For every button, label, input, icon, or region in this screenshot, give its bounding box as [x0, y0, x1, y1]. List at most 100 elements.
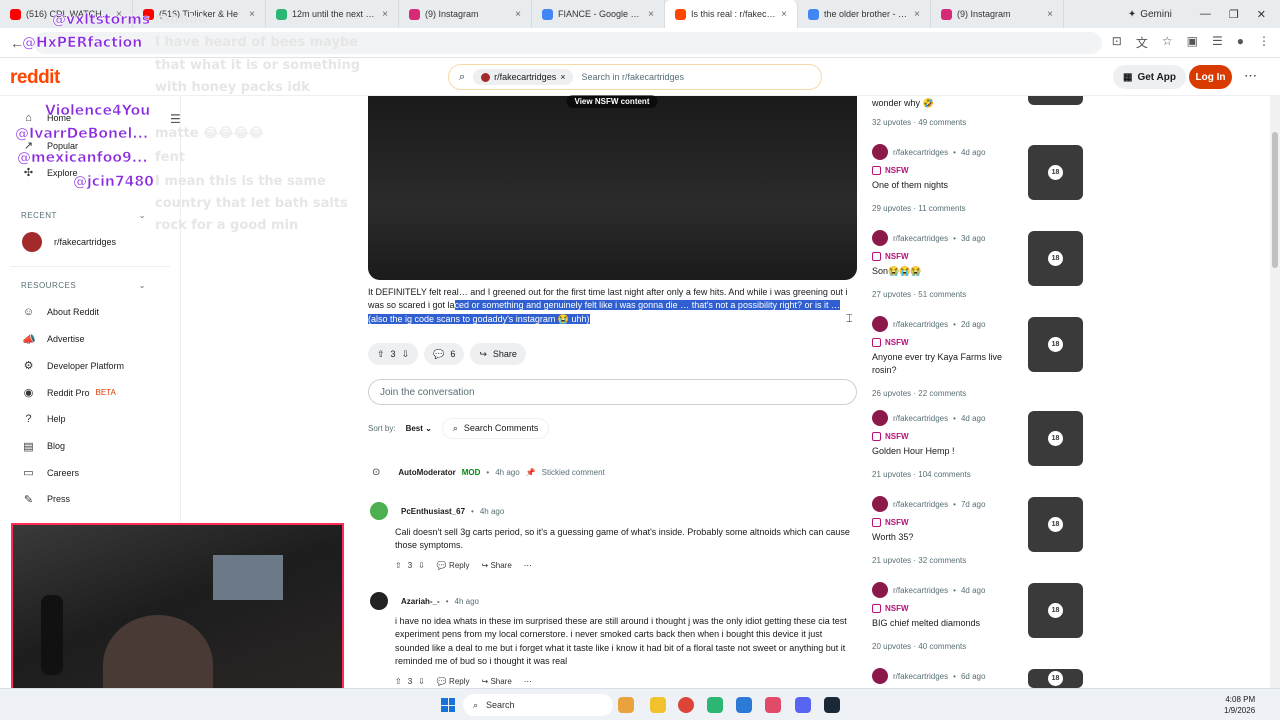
join-conversation-input[interactable]: Join the conversation — [368, 379, 857, 405]
browser-tab[interactable]: Is this real : r/fakecartridges × — [665, 0, 798, 28]
feed-item-title[interactable]: Son😭😭😭 — [872, 265, 1022, 278]
feed-item-subreddit[interactable]: r/fakecartridges — [893, 500, 948, 509]
sidebar-item-press[interactable]: ✎ Press — [22, 493, 70, 506]
comment-author[interactable]: AutoModerator — [398, 468, 455, 477]
resources-section-header[interactable]: RESOURCES ⌄ — [21, 281, 146, 290]
browser-tab[interactable]: (9) Instagram × — [399, 0, 532, 28]
sidebar-item-reddit-pro[interactable]: ◉ Reddit Pro BETA — [22, 386, 116, 399]
tab-close-icon[interactable]: × — [515, 9, 521, 20]
feed-thumbnail[interactable]: 18 — [1028, 145, 1083, 200]
sidebar-item-help[interactable]: ? Help — [22, 413, 65, 425]
comment-author[interactable]: Azariah-_- — [401, 597, 440, 606]
reading-list-icon[interactable]: ☰ — [1212, 34, 1223, 51]
share-button[interactable]: ↪ Share — [482, 561, 512, 570]
share-button[interactable]: ↪ Share — [482, 677, 512, 686]
scrollbar-thumb[interactable] — [1272, 132, 1278, 268]
subreddit-avatar[interactable] — [872, 410, 888, 426]
avatar[interactable] — [370, 592, 388, 610]
recent-item-fakecartridges[interactable]: r/fakecartridges — [22, 232, 116, 252]
subreddit-avatar[interactable] — [872, 582, 888, 598]
browser-tab[interactable]: 12m until the next 4:20 × — [266, 0, 399, 28]
sidebar-item-about-reddit[interactable]: ☺ About Reddit — [22, 306, 99, 318]
subreddit-avatar[interactable] — [872, 144, 888, 160]
upvote-icon[interactable]: ⇧ — [377, 349, 385, 360]
view-nsfw-button[interactable]: View NSFW content — [566, 95, 658, 108]
more-options-icon[interactable]: ⋯ — [1244, 68, 1257, 84]
menu-icon[interactable]: ⋮ — [1258, 34, 1270, 51]
feed-item-subreddit[interactable]: r/fakecartridges — [893, 672, 948, 681]
subreddit-avatar[interactable] — [872, 230, 888, 246]
music-icon[interactable] — [765, 697, 781, 713]
search-bar[interactable]: ⌕ r/fakecartridges × Search in r/fakecar… — [448, 64, 822, 90]
post-share-button[interactable]: ↪ Share — [470, 343, 526, 365]
feed-item-subreddit[interactable]: r/fakecartridges — [893, 414, 948, 423]
gemini-button[interactable]: ✦ Gemini — [1114, 9, 1186, 20]
feed-item-title[interactable]: Worth 35? — [872, 531, 1022, 544]
widgets-icon[interactable] — [618, 697, 634, 713]
browser-tab[interactable]: FIANCE - Google Search × — [532, 0, 665, 28]
subreddit-avatar[interactable] — [872, 668, 888, 684]
subreddit-avatar[interactable] — [872, 496, 888, 512]
page-scrollbar[interactable] — [1270, 96, 1280, 688]
close-window-icon[interactable]: ✕ — [1257, 8, 1266, 21]
avatar[interactable] — [370, 502, 388, 520]
discord-icon[interactable] — [795, 697, 811, 713]
minimize-icon[interactable]: — — [1200, 8, 1211, 21]
post-comments-button[interactable]: 💬 6 — [424, 343, 465, 365]
subreddit-avatar[interactable] — [872, 316, 888, 332]
sidepanel-icon[interactable]: ▣ — [1187, 34, 1198, 51]
sort-dropdown[interactable]: Best ⌄ — [406, 424, 432, 433]
mail-icon[interactable] — [736, 697, 752, 713]
feed-item-title[interactable]: wonder why 🤣 — [872, 98, 934, 109]
feed-item-subreddit[interactable]: r/fakecartridges — [893, 234, 948, 243]
tab-close-icon[interactable]: × — [781, 9, 787, 20]
profile-icon[interactable]: ● — [1237, 34, 1244, 51]
feed-thumbnail[interactable]: 18 — [1028, 317, 1083, 372]
reply-button[interactable]: 💬 Reply — [437, 677, 470, 686]
sidebar-item-advertise[interactable]: 📣 Advertise — [22, 333, 85, 346]
feed-thumbnail[interactable]: 18 — [1028, 411, 1083, 466]
feed-thumbnail[interactable]: 18 — [1028, 231, 1083, 286]
translate-icon[interactable]: 文 — [1136, 34, 1148, 51]
feed-thumbnail[interactable] — [1028, 96, 1083, 105]
install-icon[interactable]: ⊡ — [1112, 34, 1122, 51]
community-chip[interactable]: r/fakecartridges × — [473, 69, 574, 85]
feed-item-title[interactable]: BIG chief melted diamonds — [872, 617, 1022, 630]
chip-close-icon[interactable]: × — [560, 72, 565, 82]
feed-thumbnail[interactable]: 18 — [1028, 583, 1083, 638]
taskbar-clock[interactable]: 4:08 PM 1/9/2026 — [1224, 694, 1255, 716]
bookmark-star-icon[interactable]: ☆ — [1162, 34, 1173, 51]
tab-close-icon[interactable]: × — [914, 9, 920, 20]
feed-item-subreddit[interactable]: r/fakecartridges — [893, 320, 948, 329]
comment-author[interactable]: PcEnthusiast_67 — [401, 507, 465, 516]
downvote-icon[interactable]: ⇩ — [402, 349, 410, 360]
hamburger-icon[interactable]: ☰ — [170, 112, 181, 126]
tab-close-icon[interactable]: × — [648, 9, 654, 20]
feed-item-title[interactable]: Golden Hour Hemp ! — [872, 445, 1022, 458]
restore-icon[interactable]: ❐ — [1229, 8, 1239, 21]
post-media-nsfw[interactable] — [368, 96, 857, 280]
more-icon[interactable]: ⋯ — [524, 677, 532, 686]
search-comments-button[interactable]: ⌕ Search Comments — [441, 418, 550, 439]
downvote-icon[interactable]: ⇩ — [418, 677, 425, 686]
sidebar-item-explore[interactable]: ✣ Explore — [22, 166, 78, 179]
file-explorer-icon[interactable] — [650, 697, 666, 713]
chrome-icon[interactable] — [678, 697, 694, 713]
feed-item-subreddit[interactable]: r/fakecartridges — [893, 586, 948, 595]
recent-section-header[interactable]: RECENT ⌄ — [21, 211, 146, 220]
windows-start-icon[interactable] — [441, 698, 455, 712]
get-app-button[interactable]: ▦ Get App — [1113, 65, 1186, 89]
upvote-icon[interactable]: ⇧ — [395, 561, 402, 570]
reply-button[interactable]: 💬 Reply — [437, 561, 470, 570]
feed-item-title[interactable]: Anyone ever try Kaya Farms live rosin? — [872, 351, 1022, 377]
sidebar-item-careers[interactable]: ▭ Careers — [22, 466, 79, 479]
tab-close-icon[interactable]: × — [382, 9, 388, 20]
login-button[interactable]: Log In — [1189, 65, 1232, 89]
feed-item-subreddit[interactable]: r/fakecartridges — [893, 148, 948, 157]
more-icon[interactable]: ⋯ — [524, 561, 532, 570]
tab-close-icon[interactable]: × — [1047, 9, 1053, 20]
sidebar-item-blog[interactable]: ▤ Blog — [22, 440, 65, 453]
upvote-icon[interactable]: ⇧ — [395, 677, 402, 686]
browser-tab[interactable]: the older brother - Google × — [798, 0, 931, 28]
taskbar-search[interactable]: ⌕ Search — [463, 694, 613, 716]
